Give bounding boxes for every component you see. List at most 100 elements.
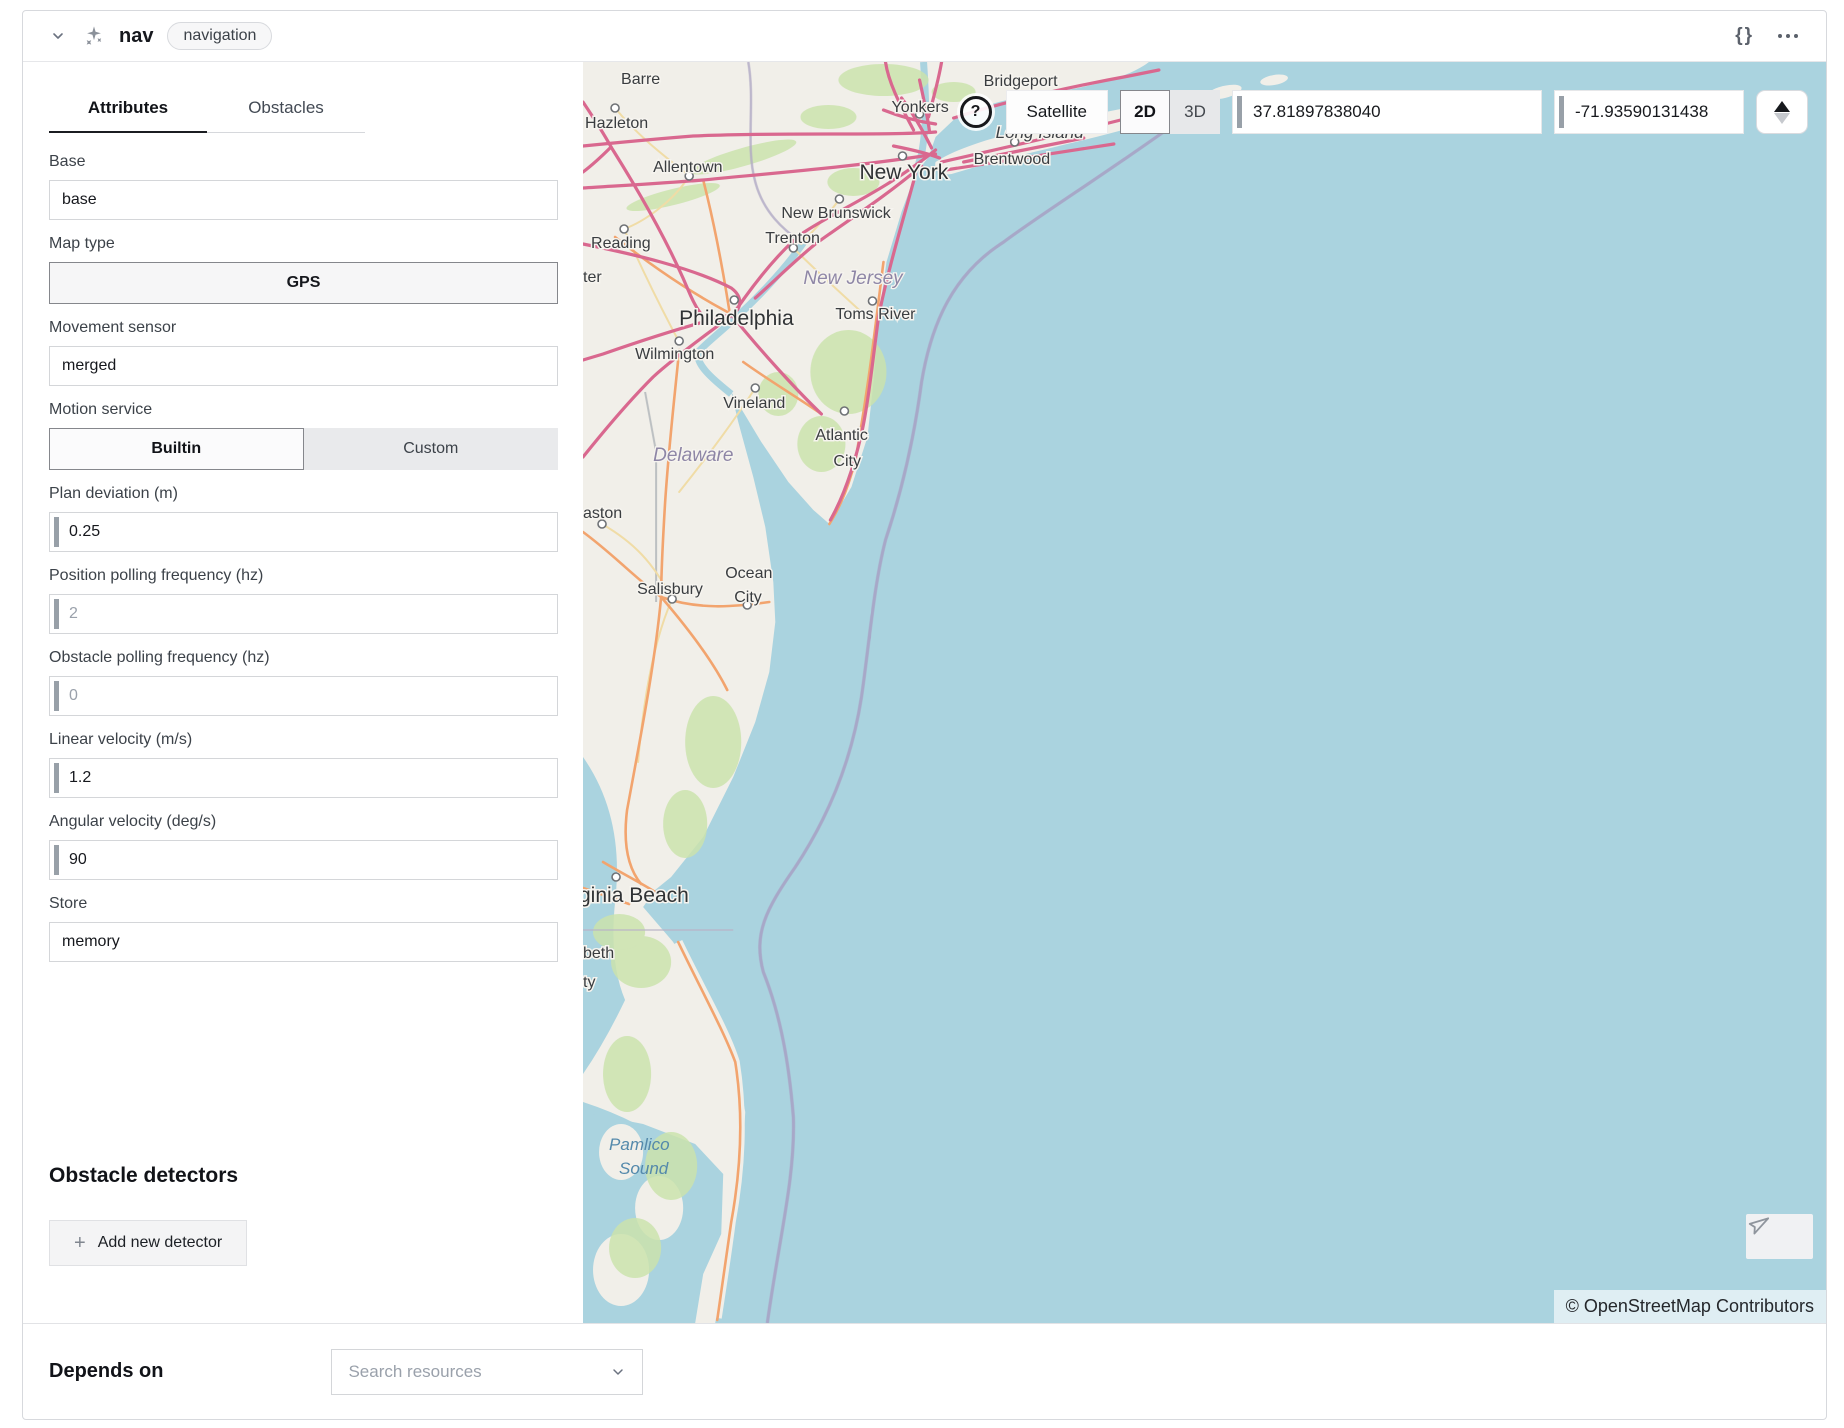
resource-name: nav: [119, 25, 153, 48]
panel-tabs: Attributes Obstacles: [49, 88, 558, 133]
motion-service-custom-option[interactable]: Custom: [304, 428, 559, 470]
tab-obstacles[interactable]: Obstacles: [207, 88, 365, 133]
motion-service-builtin-option[interactable]: Builtin: [49, 428, 304, 470]
linear-velocity-input[interactable]: [50, 759, 557, 797]
map-place-label: New Brunswick: [781, 205, 891, 222]
motion-service-label: Motion service: [49, 401, 558, 419]
map-controls: ? Satellite 2D 3D: [960, 90, 1808, 134]
stepper-up-icon[interactable]: [1774, 101, 1790, 112]
collapse-chevron-icon[interactable]: [47, 25, 69, 47]
navigation-arrow-icon: [1746, 1214, 1770, 1238]
map-container[interactable]: BarreHazletonAllentownYonkersNew YorkBri…: [583, 62, 1826, 1323]
depends-on-select[interactable]: Search resources: [331, 1349, 643, 1395]
longitude-input[interactable]: [1555, 102, 1743, 122]
motion-service-segmented: Builtin Custom: [49, 428, 558, 470]
latitude-input[interactable]: [1233, 102, 1541, 122]
map-place-label: Hazleton: [585, 115, 648, 132]
angular-velocity-label: Angular velocity (deg/s): [49, 813, 558, 831]
help-icon[interactable]: ?: [960, 96, 992, 128]
city-dot: [751, 384, 759, 392]
map-place-label: Philadelphia: [679, 307, 794, 330]
service-sparkle-icon: [83, 25, 105, 47]
map-place-label: ter: [583, 269, 602, 286]
position-polling-label: Position polling frequency (hz): [49, 567, 558, 585]
plan-deviation-input[interactable]: [50, 513, 557, 551]
stepper-down-icon[interactable]: [1774, 113, 1790, 124]
satellite-toggle-button[interactable]: Satellite: [1006, 90, 1108, 134]
base-label: Base: [49, 153, 558, 171]
map-attribution[interactable]: © OpenStreetMap Contributors: [1554, 1290, 1826, 1323]
linear-velocity-label: Linear velocity (m/s): [49, 731, 558, 749]
add-new-detector-button[interactable]: + Add new detector: [49, 1220, 247, 1266]
map-place-label: Sound: [619, 1159, 669, 1178]
field-position-polling: Position polling frequency (hz): [49, 567, 558, 634]
field-base: Base: [49, 153, 558, 220]
city-dot: [868, 297, 876, 305]
modified-value-bar: [1237, 96, 1242, 128]
resource-type-badge: navigation: [167, 22, 272, 50]
map-place-label: Barre: [621, 71, 660, 88]
page: nav navigation {} Attributes Obstacles B…: [0, 0, 1844, 1428]
angular-velocity-input[interactable]: [50, 841, 557, 879]
map-place-label: City: [734, 589, 762, 606]
movement-sensor-input[interactable]: [50, 347, 557, 385]
field-angular-velocity: Angular velocity (deg/s): [49, 813, 558, 880]
map-place-label: ginia Beach: [583, 884, 689, 907]
modified-value-bar: [54, 845, 59, 875]
add-new-detector-label: Add new detector: [98, 1234, 223, 1252]
map-place-label: Salisbury: [637, 581, 703, 598]
city-dot: [620, 225, 628, 233]
overflow-menu-button[interactable]: [1774, 28, 1802, 44]
store-input[interactable]: [50, 923, 557, 961]
map-place-label: Toms River: [835, 306, 916, 323]
mode-2d-button[interactable]: 2D: [1120, 90, 1170, 134]
zoom-stepper[interactable]: [1756, 90, 1808, 134]
map-place-label: Pamlico: [609, 1135, 670, 1154]
map-place-label: aston: [583, 505, 622, 522]
map-place-label: Wilmington: [635, 346, 714, 363]
modified-value-bar: [1559, 96, 1564, 128]
map-dimension-segmented: 2D 3D: [1120, 90, 1220, 134]
map-place-label: New Jersey: [803, 268, 904, 289]
plan-deviation-label: Plan deviation (m): [49, 485, 558, 503]
map-place-label: Trenton: [765, 230, 820, 247]
city-dot: [611, 104, 619, 112]
attributes-panel: Attributes Obstacles Base Map type GPS M…: [23, 62, 583, 1323]
map-type-label: Map type: [49, 235, 558, 253]
field-map-type: Map type GPS: [49, 235, 558, 304]
tab-attributes[interactable]: Attributes: [49, 88, 207, 133]
base-input[interactable]: [50, 181, 557, 219]
depends-on-heading: Depends on: [49, 1360, 163, 1383]
obstacle-detectors-heading: Obstacle detectors: [49, 1164, 558, 1188]
map-place-label: New York: [859, 161, 948, 184]
recenter-button[interactable]: [1746, 1214, 1813, 1259]
obstacle-polling-input[interactable]: [50, 677, 557, 715]
nav-service-card: nav navigation {} Attributes Obstacles B…: [22, 10, 1827, 1420]
obstacle-polling-label: Obstacle polling frequency (hz): [49, 649, 558, 667]
city-dot: [840, 407, 848, 415]
map-place-label: City: [833, 453, 861, 470]
json-mode-button[interactable]: {}: [1729, 23, 1760, 49]
card-body: Attributes Obstacles Base Map type GPS M…: [23, 62, 1826, 1323]
modified-value-bar: [54, 599, 59, 629]
map-type-gps-button[interactable]: GPS: [49, 262, 558, 304]
city-dot: [675, 337, 683, 345]
modified-value-bar: [54, 681, 59, 711]
map-place-label: Reading: [591, 235, 651, 252]
map-canvas[interactable]: BarreHazletonAllentownYonkersNew YorkBri…: [583, 62, 1826, 1323]
depends-on-section: Depends on Search resources: [23, 1323, 1826, 1419]
map-place-label: Brentwood: [974, 151, 1051, 168]
plus-icon: +: [74, 1232, 86, 1255]
city-dot: [612, 873, 620, 881]
map-place-label: Allentown: [653, 159, 722, 176]
map-place-label: Ocean: [725, 565, 772, 582]
mode-3d-button[interactable]: 3D: [1170, 90, 1220, 134]
map-place-label: beth: [583, 945, 614, 962]
map-place-label: Yonkers: [891, 99, 948, 116]
position-polling-input[interactable]: [50, 595, 557, 633]
modified-value-bar: [54, 517, 59, 547]
map-place-label: Delaware: [653, 445, 733, 466]
city-dot: [899, 152, 907, 160]
movement-sensor-label: Movement sensor: [49, 319, 558, 337]
field-obstacle-polling: Obstacle polling frequency (hz): [49, 649, 558, 716]
